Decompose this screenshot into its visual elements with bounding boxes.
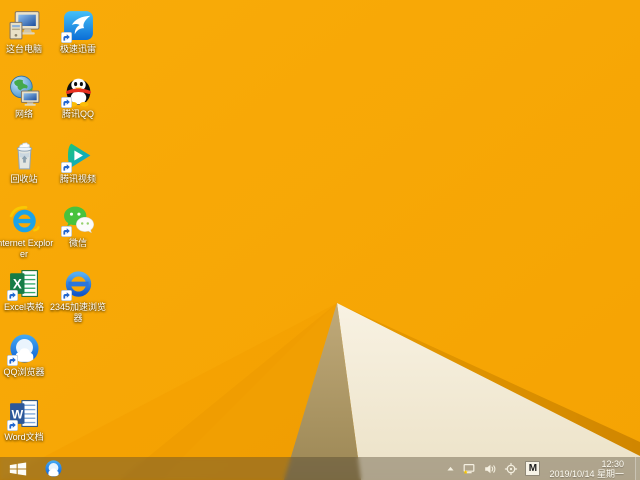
tray-clock[interactable]: 12:30 2019/10/14 星期一 (547, 459, 628, 479)
desktop-icon-xunlei-speed[interactable]: 极速迅雷 (47, 9, 109, 55)
qq-browser-icon (6, 332, 41, 366)
desktop-icon-label: Excel表格 (3, 302, 44, 312)
network-status-icon[interactable] (462, 462, 476, 476)
desktop-icon-label: 回收站 (10, 174, 38, 184)
tray-time: 12:30 (601, 458, 624, 469)
system-tray: M 12:30 2019/10/14 星期一 (446, 457, 640, 480)
desktop-icon-label: Word文档 (4, 432, 44, 442)
desktop-icon-tencent-video[interactable]: 腾讯视频 (47, 139, 109, 185)
tencent-video-icon (60, 139, 95, 173)
chevron-up-icon (446, 464, 455, 473)
desktop-icon-browser-2345[interactable]: 2345加速浏览器 (47, 267, 109, 324)
wechat-icon (60, 203, 95, 237)
desktop-icon-tencent-qq[interactable]: 腾讯QQ (47, 74, 109, 120)
windows-logo-icon (9, 461, 27, 476)
desktop: 这台电脑 极速迅雷 网络 腾讯QQ 回收站 腾讯视频 Internet Expl… (0, 0, 640, 480)
tencent-qq-icon (60, 74, 95, 108)
desktop-icon-qq-browser[interactable]: QQ浏览器 (0, 332, 55, 378)
this-pc-icon (8, 9, 41, 42)
tray-hidden-icons-button[interactable] (446, 464, 455, 473)
desktop-icon-label: 腾讯QQ (61, 109, 94, 119)
desktop-icon-label: 腾讯视频 (59, 174, 96, 184)
recycle-bin-icon (8, 139, 41, 172)
desktop-icon-label: 网络 (14, 109, 33, 119)
xunlei-speed-icon (60, 9, 95, 43)
start-button[interactable] (0, 457, 36, 480)
desktop-icon-word[interactable]: W Word文档 (0, 397, 55, 443)
browser-2345-icon (60, 267, 95, 301)
desktop-icons: 这台电脑 极速迅雷 网络 腾讯QQ 回收站 腾讯视频 Internet Expl… (0, 0, 640, 457)
desktop-icon-label: 极速迅雷 (59, 44, 96, 54)
desktop-icon-label: 微信 (68, 238, 87, 248)
qq-browser-icon (44, 459, 63, 478)
desktop-icon-label: QQ浏览器 (3, 367, 45, 377)
network-icon (8, 74, 41, 107)
taskbar: M 12:30 2019/10/14 星期一 (0, 457, 640, 480)
desktop-icon-label: 2345加速浏览器 (49, 302, 107, 323)
desktop-icon-wechat[interactable]: 微信 (47, 203, 109, 249)
safety-center-icon[interactable] (504, 462, 518, 476)
volume-icon[interactable] (483, 462, 497, 476)
word-icon: W (6, 397, 41, 431)
ime-indicator[interactable]: M (525, 461, 541, 476)
taskbar-qq-browser-button[interactable] (36, 457, 70, 480)
show-desktop-button[interactable] (635, 457, 640, 480)
desktop-icon-label: 这台电脑 (5, 44, 42, 54)
internet-explorer-icon (8, 203, 41, 236)
tray-date: 2019/10/14 星期一 (549, 468, 624, 479)
excel-icon: X (6, 267, 41, 301)
